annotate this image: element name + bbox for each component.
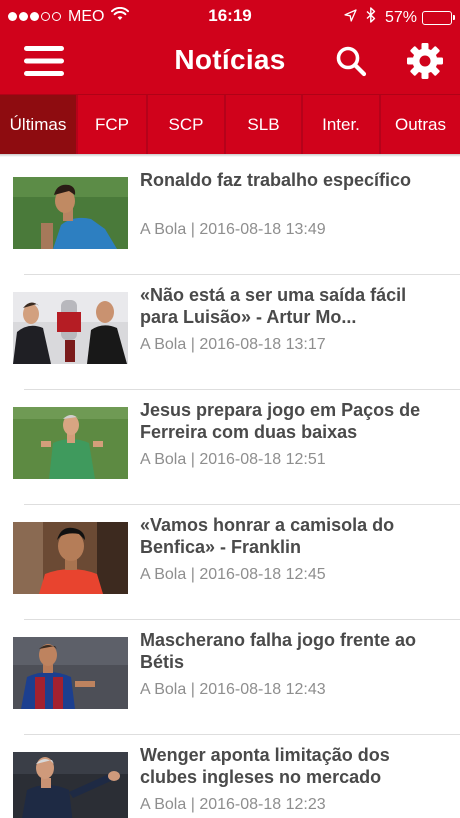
news-title: Ronaldo faz trabalho específico xyxy=(140,170,412,190)
news-title: «Vamos honrar a camisola do Benfica» - F… xyxy=(140,515,395,557)
news-source: A Bola xyxy=(140,221,187,238)
news-item[interactable]: «Não está a ser uma saída fácil para Lui… xyxy=(0,275,460,390)
meta-separator: | xyxy=(186,796,200,813)
news-meta: A Bola | 2016-08-18 12:43 xyxy=(140,681,326,699)
news-item[interactable]: Mascherano falha jogo frente ao Bétis A … xyxy=(0,620,460,735)
news-meta: A Bola | 2016-08-18 13:17 xyxy=(140,336,326,354)
news-item[interactable]: Ronaldo faz trabalho específico A Bola |… xyxy=(0,160,460,275)
news-datetime: 2016-08-18 13:49 xyxy=(199,221,326,238)
news-title: Wenger aponta limitação dos clubes ingle… xyxy=(140,745,390,787)
navigation-bar: Notícias xyxy=(0,32,460,94)
meta-separator: | xyxy=(186,681,200,698)
page-title: Notícias xyxy=(174,44,286,75)
news-title: Mascherano falha jogo frente ao Bétis xyxy=(140,630,417,672)
meta-separator: | xyxy=(186,221,200,238)
news-list: Ronaldo faz trabalho específico A Bola |… xyxy=(0,160,460,818)
news-datetime: 2016-08-18 12:23 xyxy=(199,796,326,813)
meta-separator: | xyxy=(186,451,200,468)
news-title: «Não está a ser uma saída fácil para Lui… xyxy=(140,285,407,327)
news-title: Jesus prepara jogo em Paços de Ferreira … xyxy=(140,400,421,442)
news-source: A Bola xyxy=(140,681,187,698)
battery-percent: 57% xyxy=(384,8,417,26)
tab-inter[interactable]: Inter. xyxy=(303,95,381,154)
news-meta: A Bola | 2016-08-18 12:23 xyxy=(140,796,326,814)
news-thumbnail xyxy=(13,292,128,364)
location-arrow-icon xyxy=(344,8,357,27)
tab-scp[interactable]: SCP xyxy=(148,95,226,154)
app-header: MEO 16:19 57% Notícias xyxy=(0,0,460,94)
news-item[interactable]: «Vamos honrar a camisola do Benfica» - F… xyxy=(0,505,460,620)
gear-icon xyxy=(405,41,445,86)
tabs-shadow xyxy=(0,154,460,157)
status-right: 57% xyxy=(344,7,455,28)
category-tabs: Últimas FCP SCP SLB Inter. Outras xyxy=(0,94,460,154)
news-datetime: 2016-08-18 12:51 xyxy=(199,451,326,468)
news-thumbnail xyxy=(13,407,128,479)
battery-icon xyxy=(422,10,455,25)
status-bar: MEO 16:19 57% xyxy=(0,0,460,32)
news-meta: A Bola | 2016-08-18 13:49 xyxy=(140,221,326,239)
news-datetime: 2016-08-18 12:45 xyxy=(199,566,326,583)
news-thumbnail xyxy=(13,752,128,818)
bluetooth-icon xyxy=(366,7,376,28)
tab-slb[interactable]: SLB xyxy=(226,95,303,154)
meta-separator: | xyxy=(186,566,200,583)
tab-fcp[interactable]: FCP xyxy=(78,95,148,154)
news-datetime: 2016-08-18 13:17 xyxy=(199,336,326,353)
tab-outras[interactable]: Outras xyxy=(381,95,460,154)
news-thumbnail xyxy=(13,522,128,594)
news-datetime: 2016-08-18 12:43 xyxy=(199,681,326,698)
tab-ultimas[interactable]: Últimas xyxy=(0,95,78,154)
search-button[interactable] xyxy=(328,40,374,86)
meta-separator: | xyxy=(186,336,200,353)
settings-button[interactable] xyxy=(402,40,448,86)
search-icon xyxy=(335,45,367,82)
news-item[interactable]: Wenger aponta limitação dos clubes ingle… xyxy=(0,735,460,818)
news-source: A Bola xyxy=(140,566,187,583)
news-source: A Bola xyxy=(140,336,187,353)
news-thumbnail xyxy=(13,177,128,249)
news-meta: A Bola | 2016-08-18 12:51 xyxy=(140,451,326,469)
news-source: A Bola xyxy=(140,796,187,813)
news-source: A Bola xyxy=(140,451,187,468)
news-meta: A Bola | 2016-08-18 12:45 xyxy=(140,566,326,584)
news-item[interactable]: Jesus prepara jogo em Paços de Ferreira … xyxy=(0,390,460,505)
news-thumbnail xyxy=(13,637,128,709)
